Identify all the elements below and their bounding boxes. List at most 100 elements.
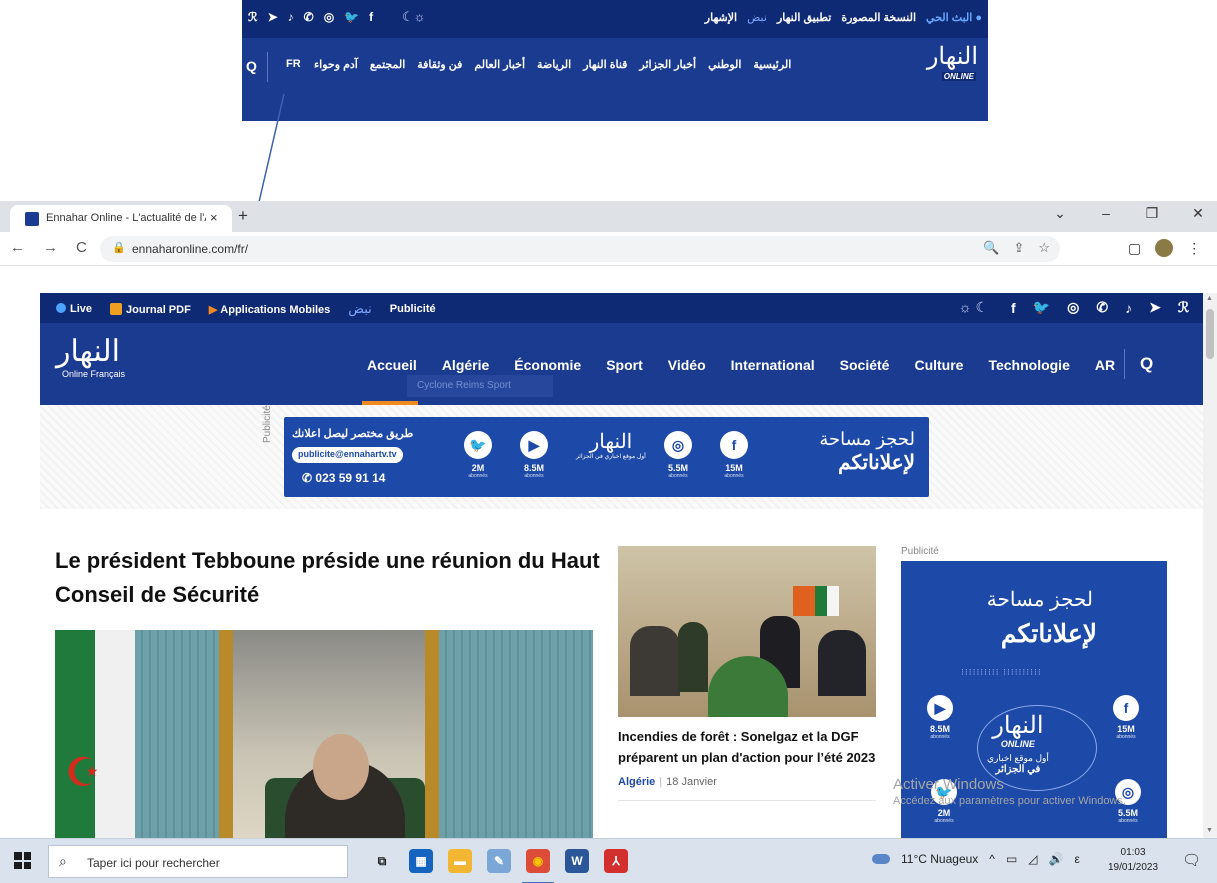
site-logo[interactable]: النهار Online Français	[56, 335, 125, 380]
input-language-icon[interactable]: ε	[1074, 852, 1079, 866]
wifi-icon[interactable]: ◿	[1028, 852, 1037, 866]
battery-icon[interactable]: ▭	[1006, 852, 1017, 866]
task-view-icon[interactable]: ⧉	[370, 849, 394, 873]
url-text[interactable]: ennaharonline.com/fr/	[132, 242, 248, 256]
word-icon[interactable]: W	[565, 849, 589, 873]
menu-item-economie[interactable]: Économie	[514, 357, 581, 373]
menu-item-video[interactable]: Vidéo	[668, 357, 706, 373]
tiktok-icon[interactable]: ♪	[1125, 300, 1132, 316]
new-tab-button[interactable]: +	[238, 206, 248, 226]
facebook-icon[interactable]: f	[369, 10, 373, 24]
browser-tab[interactable]: Ennahar Online - L'actualité de l'Algéri…	[10, 205, 232, 232]
menu-kebab-icon[interactable]: ⋮	[1187, 240, 1201, 257]
theme-toggle-icon[interactable]: ☼ ☾	[959, 299, 988, 316]
tiktok-icon[interactable]: ♪	[288, 10, 294, 24]
inset-link-ads[interactable]: الإشهار	[705, 11, 737, 24]
scroll-up-icon[interactable]: ▲	[1206, 295, 1213, 302]
taskbar-search[interactable]: ⌕ Taper ici pour rechercher	[48, 845, 348, 878]
share-icon[interactable]: ⇪	[1013, 240, 1024, 256]
page-scrollbar[interactable]: ▲ ▼	[1203, 293, 1217, 838]
menu-item-algerie[interactable]: Algérie	[442, 357, 489, 373]
hero-article-title[interactable]: Le président Tebboune préside une réunio…	[55, 544, 615, 612]
rss-icon[interactable]: ℛ	[248, 10, 258, 24]
inset-link-app[interactable]: تطبيق النهار	[777, 11, 831, 24]
article-category[interactable]: Algérie	[618, 776, 655, 788]
forward-button[interactable]: →	[43, 239, 58, 256]
close-window-button[interactable]: ✕	[1187, 205, 1209, 222]
whatsapp-icon[interactable]: ✆	[304, 10, 314, 24]
inset-link-nabd[interactable]: نبض	[747, 11, 767, 24]
bookmark-star-icon[interactable]: ☆	[1038, 240, 1050, 256]
mobile-apps-link[interactable]: ▶ Applications Mobiles	[209, 303, 330, 316]
taskbar-clock[interactable]: 01:03 19/01/2023	[1108, 845, 1158, 875]
publicite-link[interactable]: Publicité	[390, 303, 436, 315]
menu-item-technologie[interactable]: Technologie	[988, 357, 1069, 373]
inset-menu-item[interactable]: قناة النهار	[583, 58, 627, 71]
cloud-icon[interactable]	[872, 854, 890, 864]
menu-item-international[interactable]: International	[731, 357, 815, 373]
menu-item-sport[interactable]: Sport	[606, 357, 643, 373]
inset-link-live[interactable]: ● البث الحي	[926, 11, 982, 24]
watermark-line2: Accédez aux paramètres pour activer Wind…	[893, 795, 1126, 807]
inset-link-pdf[interactable]: النسخة المصورة	[841, 11, 916, 24]
lang-switch-fr[interactable]: FR	[286, 58, 301, 70]
address-bar[interactable]: 🔒 ennaharonline.com/fr/ 🔍 ⇪ ☆	[100, 236, 1060, 262]
restore-button[interactable]: ❐	[1141, 205, 1163, 222]
menu-item-accueil[interactable]: Accueil	[367, 357, 417, 373]
whatsapp-icon[interactable]: ✆	[1096, 299, 1108, 316]
file-explorer-icon[interactable]: ▬	[448, 849, 472, 873]
tab-search-icon[interactable]: ⌄	[1049, 205, 1071, 222]
profile-avatar[interactable]	[1155, 239, 1174, 257]
twitter-icon[interactable]: 🐦	[1033, 299, 1050, 316]
minimize-button[interactable]: –	[1095, 205, 1117, 222]
theme-toggle-icon[interactable]: ☾☼	[402, 9, 426, 25]
inset-menu-item[interactable]: فن وثقافة	[417, 58, 462, 71]
lock-icon[interactable]: 🔒	[112, 241, 126, 254]
tray-expand-icon[interactable]: ^	[989, 852, 995, 866]
search-icon[interactable]: Q	[246, 58, 257, 74]
inset-menu-item[interactable]: الرياضة	[537, 58, 571, 71]
back-button[interactable]: ←	[10, 239, 25, 256]
inset-menu-item[interactable]: المجتمع	[370, 58, 405, 71]
close-tab-icon[interactable]: ×	[210, 210, 218, 225]
twitter-icon[interactable]: 🐦	[344, 10, 359, 24]
logo-text: النهار	[926, 42, 978, 70]
article-card[interactable]: Incendies de forêt : Sonelgaz et la DGF …	[618, 546, 876, 801]
live-link[interactable]: Live	[56, 303, 92, 315]
rss-icon[interactable]: ℛ	[1178, 299, 1189, 316]
notification-icon[interactable]: 🗨	[1182, 851, 1201, 869]
side-panel-icon[interactable]: ▢	[1128, 240, 1141, 257]
volume-icon[interactable]: 🔊	[1049, 852, 1064, 866]
nabd-link[interactable]: نبض	[348, 301, 371, 317]
scrollbar-thumb[interactable]	[1206, 309, 1214, 359]
inset-menu-item[interactable]: الرئيسية	[753, 58, 791, 71]
telegram-icon[interactable]: ➤	[268, 10, 278, 24]
ad-banner[interactable]: طريق مختصر ليصل اعلانك publicite@ennahar…	[284, 417, 929, 497]
paint-icon[interactable]: ✎	[487, 849, 511, 873]
acrobat-icon[interactable]: ⅄	[604, 849, 628, 873]
instagram-icon[interactable]: ◎	[324, 10, 334, 24]
menu-item-culture[interactable]: Culture	[914, 357, 963, 373]
zoom-search-icon[interactable]: 🔍	[983, 240, 999, 256]
windows-start-icon[interactable]	[14, 852, 31, 869]
facebook-icon[interactable]: f	[1011, 300, 1016, 316]
inset-menu-item[interactable]: أخبار الجزائر	[639, 58, 696, 71]
reload-button[interactable]: C	[76, 239, 87, 256]
article-card-title[interactable]: Incendies de forêt : Sonelgaz et la DGF …	[618, 726, 876, 768]
chrome-icon[interactable]: ◉	[522, 849, 554, 883]
menu-item-societe[interactable]: Société	[840, 357, 890, 373]
weather-text[interactable]: 11°C Nuageux	[901, 852, 978, 866]
menu-item-ar[interactable]: AR	[1095, 357, 1115, 373]
inset-menu-item[interactable]: آدم وحواء	[314, 58, 358, 71]
store-icon[interactable]: ▦	[409, 849, 433, 873]
hero-article-image[interactable]: ☪	[55, 630, 593, 838]
article-card-image[interactable]	[618, 546, 876, 717]
inset-menu-item[interactable]: الوطني	[708, 58, 741, 71]
inset-menu-item[interactable]: أخبار العالم	[474, 58, 525, 71]
telegram-icon[interactable]: ➤	[1149, 299, 1161, 316]
instagram-icon[interactable]: ◎	[1067, 299, 1079, 316]
scroll-down-icon[interactable]: ▼	[1206, 827, 1213, 834]
inset-logo[interactable]: النهار ONLINE	[918, 42, 980, 86]
journal-pdf-link[interactable]: Journal PDF	[110, 302, 191, 316]
search-icon[interactable]: Q	[1140, 354, 1153, 374]
